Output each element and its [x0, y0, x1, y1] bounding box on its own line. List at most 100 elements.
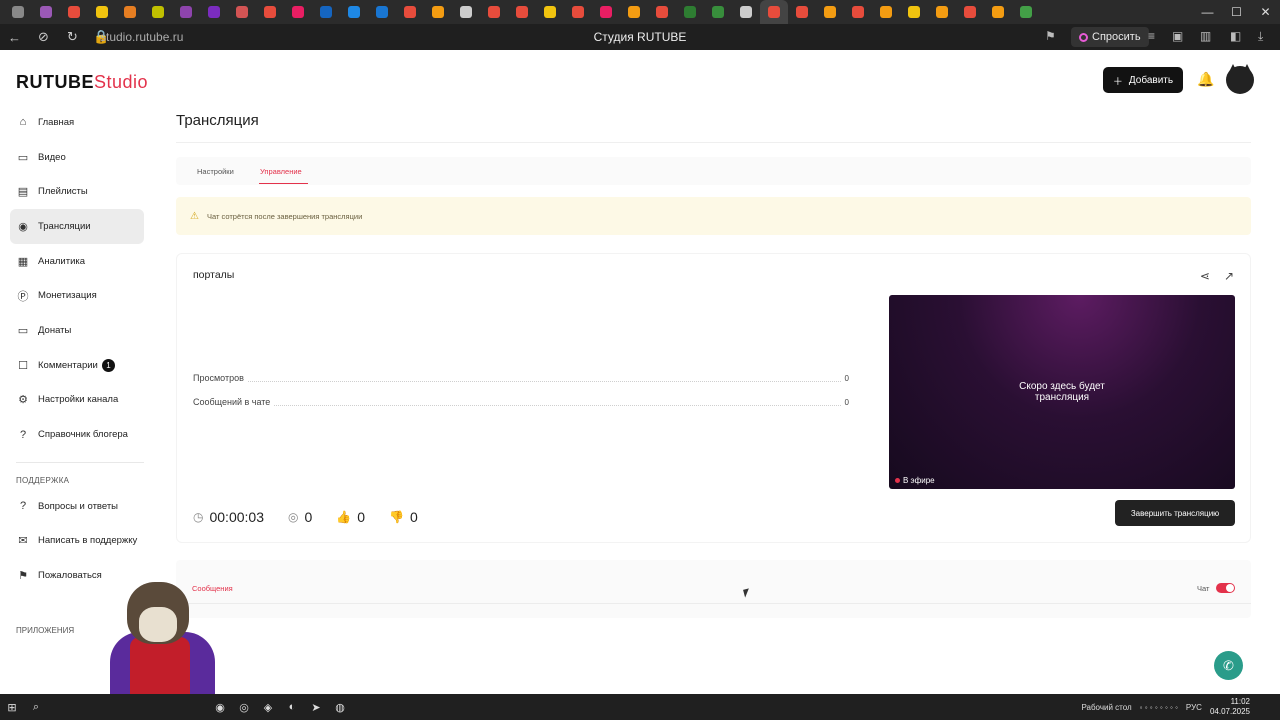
menu-icon[interactable]: ≡	[1148, 29, 1155, 43]
bell-icon[interactable]: 🔔	[1197, 71, 1214, 88]
browser-tab[interactable]	[760, 0, 788, 24]
sidebar-item-mail[interactable]: ✉ Написать в поддержку	[10, 524, 144, 559]
add-button[interactable]: ＋ Добавить	[1103, 67, 1183, 93]
support-chat-button[interactable]: ✆	[1214, 651, 1243, 680]
taskbar-app-icon[interactable]: ◉	[208, 697, 232, 717]
browser-tab[interactable]	[872, 0, 900, 24]
chat-divider	[176, 603, 1251, 604]
browser-tab[interactable]	[88, 0, 116, 24]
home-icon: ⌂	[19, 116, 27, 129]
browser-tab[interactable]	[172, 0, 200, 24]
browser-tab[interactable]	[900, 0, 928, 24]
browser-tab[interactable]	[228, 0, 256, 24]
stat-chat-messages: Сообщений в чате 0	[193, 397, 849, 407]
sidebar-item-comment[interactable]: ☐ Комментарии 1	[10, 348, 144, 383]
ask-icon	[1079, 32, 1088, 42]
tab-favicon-icon	[824, 6, 836, 18]
sidebar-item-donate[interactable]: ▭ Донаты	[10, 313, 144, 348]
url-text[interactable]: studio.rutube.ru	[100, 30, 183, 44]
close-icon[interactable]: ✕	[1251, 5, 1280, 19]
browser-tab[interactable]	[564, 0, 592, 24]
bookmark-icon[interactable]: ⚑	[1045, 29, 1056, 43]
tab-bar: Настройки Управление	[176, 157, 1251, 185]
sidebar-item-help[interactable]: ? Справочник блогера	[10, 417, 144, 452]
browser-tab[interactable]	[368, 0, 396, 24]
browser-tab[interactable]	[4, 0, 32, 24]
browser-tab[interactable]	[1012, 0, 1040, 24]
browser-tab[interactable]	[676, 0, 704, 24]
tab-management[interactable]: Управление	[260, 167, 302, 176]
obs-icon[interactable]: ◐	[280, 697, 304, 717]
extension-icon[interactable]: ◧	[1230, 29, 1241, 43]
browser-tab[interactable]	[592, 0, 620, 24]
browser-tab[interactable]	[144, 0, 172, 24]
browser-tab[interactable]	[480, 0, 508, 24]
sidebar-item-money[interactable]: Ⓟ Монетизация	[10, 278, 144, 313]
sidebar-item-broadcast[interactable]: ◉ Трансляции	[10, 209, 144, 244]
external-link-icon[interactable]: ↗	[1224, 269, 1234, 283]
sidebar-item-settings[interactable]: ⚙ Настройки канала	[10, 383, 144, 418]
sidebar-item-video[interactable]: ▭ Видео	[10, 140, 144, 175]
streamer-webcam-overlay	[85, 577, 235, 694]
browser-tab[interactable]	[340, 0, 368, 24]
tab-settings[interactable]: Настройки	[197, 167, 234, 176]
discord-icon[interactable]: ◎	[232, 697, 256, 717]
sidebar-item-home[interactable]: ⌂ Главная	[10, 105, 144, 140]
share-icon[interactable]: ⋖	[1200, 269, 1210, 283]
tab-favicon-icon	[68, 6, 80, 18]
end-stream-button[interactable]: Завершить трансляцию	[1115, 500, 1235, 526]
stream-preview[interactable]: Скоро здесь будет трансляция В эфире	[889, 295, 1235, 489]
download-icon[interactable]: ⤓	[1258, 29, 1263, 44]
collections-icon[interactable]: ▥	[1200, 29, 1211, 43]
reload-icon[interactable]: ↻	[58, 29, 87, 45]
browser-tab[interactable]	[284, 0, 312, 24]
sidebar-item-faq[interactable]: ? Вопросы и ответы	[10, 489, 144, 524]
avatar[interactable]	[1226, 64, 1254, 94]
browser-tab[interactable]	[844, 0, 872, 24]
browser-tab[interactable]	[508, 0, 536, 24]
taskbar-app-icon[interactable]: ◈	[256, 697, 280, 717]
browser-tab[interactable]	[704, 0, 732, 24]
search-icon[interactable]: ⌕	[24, 697, 48, 717]
sidebar-item-playlist[interactable]: ▤ Плейлисты	[10, 174, 144, 209]
clock[interactable]: 11:02 04.07.2025	[1210, 697, 1250, 717]
taskbar-app-icon[interactable]: ◍	[328, 697, 352, 717]
minimize-icon[interactable]: —	[1193, 5, 1222, 19]
browser-tab[interactable]	[816, 0, 844, 24]
browser-tab[interactable]	[956, 0, 984, 24]
desktop-label[interactable]: Рабочий стол	[1081, 703, 1131, 712]
stream-metrics: ◷ 00:00:03 ◎ 0 👍 0 👎 0	[193, 509, 442, 525]
rutube-studio-logo[interactable]: RUTUBEStudio	[16, 72, 148, 93]
browser-tab[interactable]	[424, 0, 452, 24]
language-indicator[interactable]: РУС	[1186, 703, 1202, 712]
browser-tab[interactable]	[60, 0, 88, 24]
browser-tab[interactable]	[620, 0, 648, 24]
browser-tab[interactable]	[536, 0, 564, 24]
telegram-icon[interactable]: ➤	[304, 697, 328, 717]
browser-tab[interactable]	[788, 0, 816, 24]
site-info-icon[interactable]: ⊘	[29, 29, 58, 45]
ask-button[interactable]: Спросить	[1071, 27, 1149, 47]
chat-toggle[interactable]	[1216, 583, 1235, 593]
page-title: Трансляция	[176, 112, 259, 129]
browser-tab[interactable]	[928, 0, 956, 24]
browser-tab[interactable]	[312, 0, 340, 24]
back-icon[interactable]: ←	[0, 30, 29, 45]
stream-title: порталы	[193, 269, 235, 281]
browser-tab[interactable]	[452, 0, 480, 24]
sidebar-item-analytics[interactable]: ▦ Аналитика	[10, 244, 144, 279]
browser-tab[interactable]	[732, 0, 760, 24]
browser-tab[interactable]	[116, 0, 144, 24]
start-icon[interactable]: ⊞	[0, 697, 24, 717]
tray-icons[interactable]: ◦ ◦ ◦ ◦ ◦ ◦ ◦ ◦	[1140, 703, 1178, 712]
money-icon: Ⓟ	[17, 290, 29, 303]
browser-tab[interactable]	[200, 0, 228, 24]
maximize-icon[interactable]: ☐	[1222, 5, 1251, 19]
viewers-value: 0	[304, 509, 313, 525]
browser-tab[interactable]	[984, 0, 1012, 24]
screenshot-icon[interactable]: ▣	[1172, 29, 1183, 43]
browser-tab[interactable]	[648, 0, 676, 24]
browser-tab[interactable]	[396, 0, 424, 24]
browser-tab[interactable]	[32, 0, 60, 24]
browser-tab[interactable]	[256, 0, 284, 24]
